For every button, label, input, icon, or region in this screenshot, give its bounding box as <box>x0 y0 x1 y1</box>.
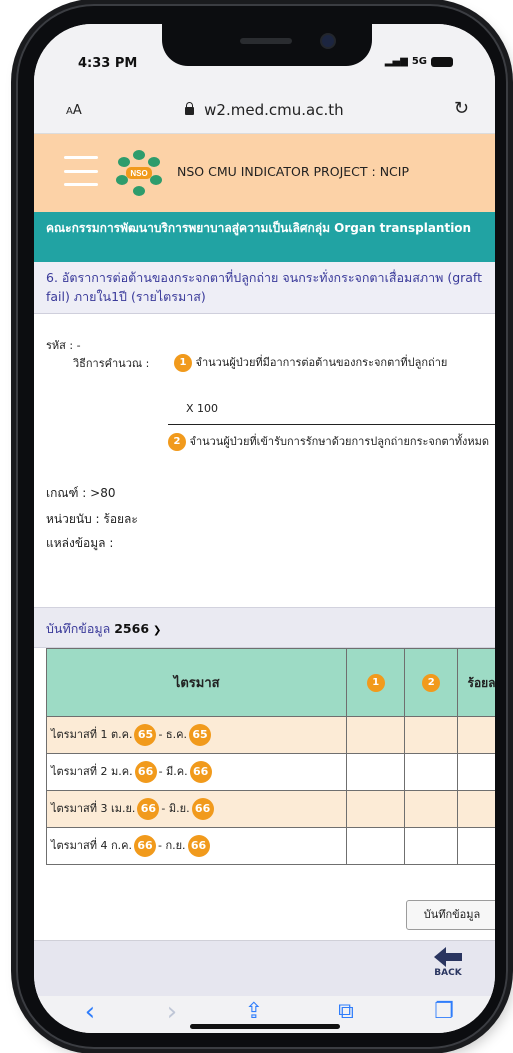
tabs-icon[interactable]: ❐ <box>424 996 464 1030</box>
logo-text: NSO <box>130 169 147 178</box>
header-col2: 2 <box>403 648 459 717</box>
quarter-cell: ไตรมาสที่ 3 เม.ย. 66- มิ.ย. 66 <box>45 790 348 828</box>
data-source: แหล่งข้อมูล : <box>46 536 114 550</box>
table-row: ไตรมาสที่ 2 ม.ค. 66- มี.ค. 66 <box>45 753 495 791</box>
percent-cell <box>457 753 495 791</box>
battery-icon <box>431 56 453 67</box>
status-indicators: ▂▄▆ 5G <box>385 56 453 67</box>
year-select[interactable]: 2566 <box>114 621 149 636</box>
save-button[interactable]: บันทึกข้อมูล <box>406 900 495 930</box>
numerator-text: จำนวนผู้ป่วยที่มีอาการต่อต้านของกระจกตาท… <box>195 356 448 369</box>
criterion: เกณฑ์ : >80 <box>46 486 116 500</box>
quarter-table: ไตรมาส 1 2 ร้อยละ ไตรมาสที่ 1 ต.ค.65- ธ.… <box>45 648 495 865</box>
calc-label: วิธีการคำนวณ : <box>73 357 150 370</box>
percent-cell <box>457 827 495 865</box>
table-row: ไตรมาสที่ 1 ต.ค. 65- ธ.ค. 65 <box>45 716 495 754</box>
back-button[interactable]: BACK <box>429 947 467 991</box>
back-bar: BACK <box>34 940 495 996</box>
value2-input[interactable] <box>403 827 459 865</box>
committee-title: คณะกรรมการพัฒนาบริการพยาบาลสู่ความเป็นเล… <box>34 212 495 262</box>
badge-2: 2 <box>168 433 186 451</box>
value1-input[interactable] <box>346 790 405 828</box>
badge-1: 1 <box>174 354 192 372</box>
reload-icon[interactable]: ↻ <box>454 98 469 119</box>
home-indicator <box>190 1024 340 1029</box>
quarter-cell: ไตรมาสที่ 4 ก.ค. 66- ก.ย. 66 <box>45 827 348 865</box>
record-year-selector[interactable]: บันทึกข้อมูล 2566 ❯ <box>34 607 495 648</box>
value2-input[interactable] <box>403 716 459 754</box>
address-bar[interactable]: AA w2.med.cmu.ac.th ↻ <box>34 88 495 134</box>
table-row: ไตรมาสที่ 4 ก.ค. 66- ก.ย. 66 <box>45 827 495 865</box>
phone-screen: 4:33 PM ▂▄▆ 5G AA w2.med.cmu.ac.th ↻ NSO… <box>34 24 495 1033</box>
table-row: ไตรมาสที่ 3 เม.ย. 66- มิ.ย. 66 <box>45 790 495 828</box>
value2-input[interactable] <box>403 790 459 828</box>
denominator-text: จำนวนผู้ป่วยที่เข้ารับการรักษาด้วยการปลู… <box>189 435 490 448</box>
forward-nav-icon[interactable]: › <box>152 996 192 1030</box>
back-nav-icon[interactable]: ‹ <box>70 996 110 1030</box>
quarter-cell: ไตรมาสที่ 1 ต.ค. 65- ธ.ค. 65 <box>45 716 348 754</box>
network-label: 5G <box>411 56 427 67</box>
multiplier: X 100 <box>186 402 219 415</box>
header-quarter: ไตรมาส <box>45 648 348 717</box>
signal-icon: ▂▄▆ <box>384 56 408 67</box>
unit: หน่วยนับ : ร้อยละ <box>46 512 138 526</box>
back-arrow-icon <box>434 947 462 967</box>
indicator-code: รหัส : - <box>46 339 81 352</box>
numerator: 1 จำนวนผู้ป่วยที่มีอาการต่อต้านของกระจกต… <box>174 354 495 372</box>
site-header: NSO NSO CMU INDICATOR PROJECT : NCIP <box>34 134 495 212</box>
lock-icon <box>185 102 195 115</box>
denominator: 2 จำนวนผู้ป่วยที่เข้ารับการรักษาด้วยการป… <box>168 433 495 451</box>
menu-icon[interactable] <box>64 156 98 186</box>
value2-input[interactable] <box>403 753 459 791</box>
fraction-line <box>168 424 495 425</box>
quarter-cell: ไตรมาสที่ 2 ม.ค. 66- มี.ค. 66 <box>45 753 348 791</box>
value1-input[interactable] <box>346 753 405 791</box>
percent-cell <box>457 716 495 754</box>
header-col1: 1 <box>346 648 405 717</box>
record-label: บันทึกข้อมูล <box>46 621 111 636</box>
indicator-title: 6. อัตราการต่อต้านของกระจกตาที่ปลูกถ่าย … <box>34 262 495 314</box>
status-time: 4:33 PM <box>78 56 138 71</box>
site-title: NSO CMU INDICATOR PROJECT : NCIP <box>177 164 409 179</box>
notch <box>162 24 372 66</box>
nso-logo: NSO <box>116 150 162 196</box>
indicator-details: รหัส : - วิธีการคำนวณ : 1 จำนวนผู้ป่วยที… <box>34 314 495 607</box>
header-percent: ร้อยละ <box>457 648 495 717</box>
chevron-down-icon[interactable]: ❯ <box>153 625 161 636</box>
url-display[interactable]: w2.med.cmu.ac.th <box>34 101 495 119</box>
url-text: w2.med.cmu.ac.th <box>204 101 344 119</box>
percent-cell <box>457 790 495 828</box>
value1-input[interactable] <box>346 716 405 754</box>
value1-input[interactable] <box>346 827 405 865</box>
